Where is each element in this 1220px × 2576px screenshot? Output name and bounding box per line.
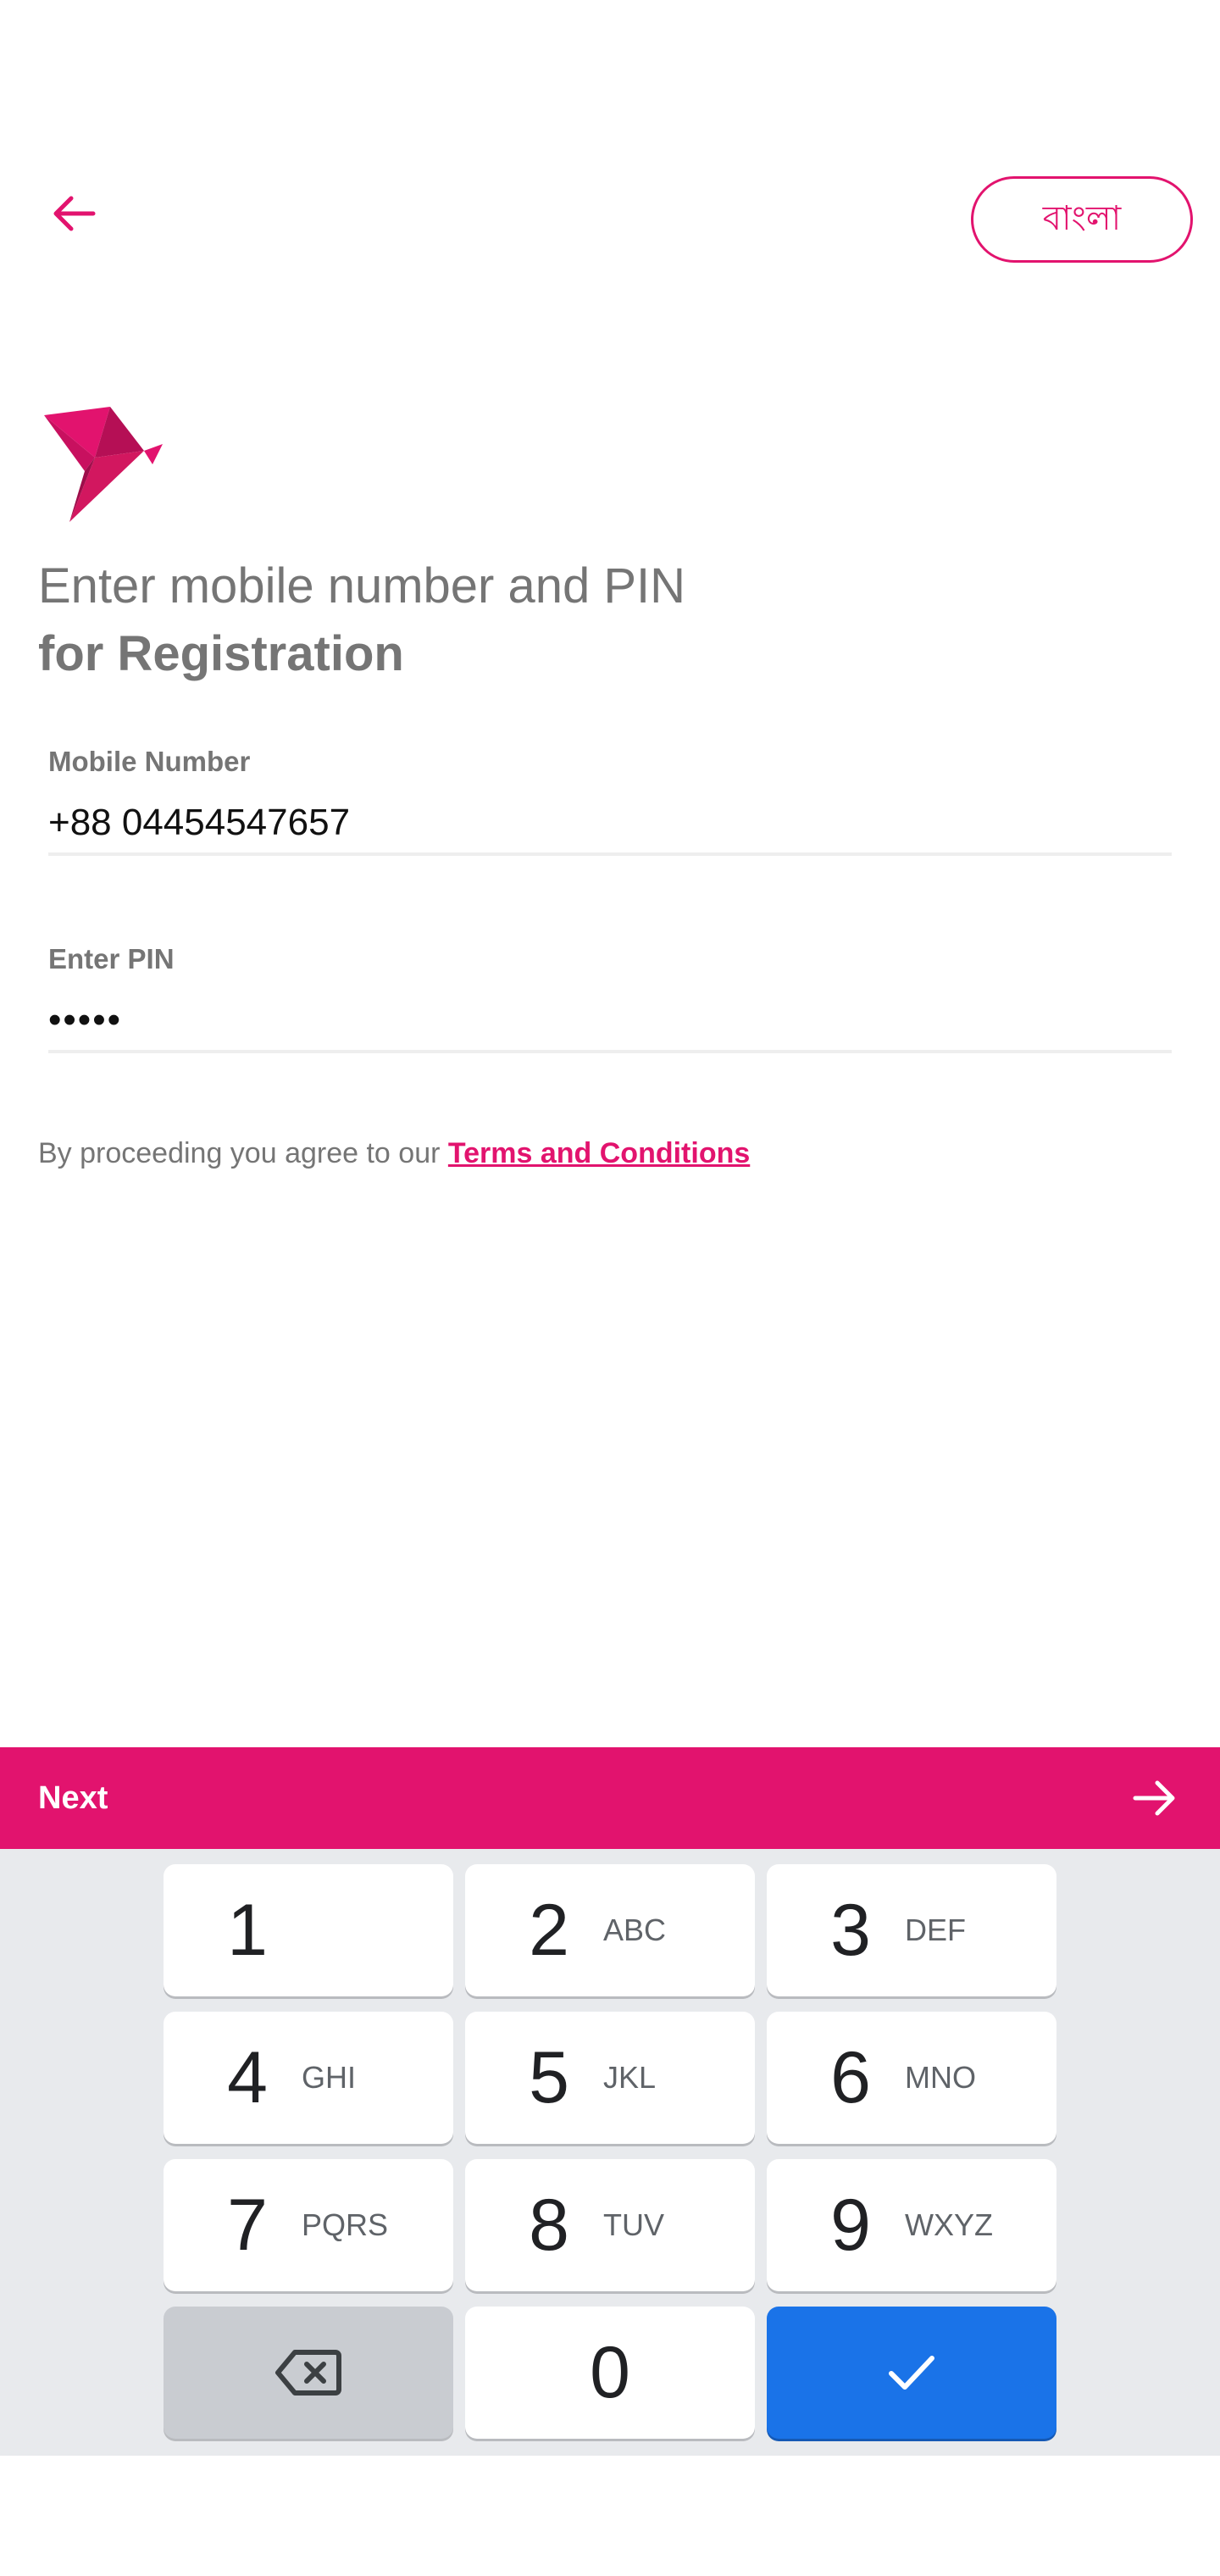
page-heading: Enter mobile number and PIN for Registra… — [38, 552, 685, 688]
key-letters: JKL — [603, 2060, 657, 2095]
key-4[interactable]: 4 GHI — [164, 2012, 453, 2144]
key-letters: WXYZ — [905, 2207, 993, 2242]
key-letters: PQRS — [302, 2207, 389, 2242]
mobile-number-field[interactable]: Mobile Number +88 04454547657 — [48, 746, 1172, 856]
key-7[interactable]: 7 PQRS — [164, 2159, 453, 2291]
key-letters: GHI — [302, 2060, 357, 2095]
key-9[interactable]: 9 WXYZ — [767, 2159, 1056, 2291]
key-digit: 7 — [227, 2184, 268, 2266]
key-letters: DEF — [905, 1913, 966, 1947]
key-digit: 1 — [227, 1889, 268, 1971]
terms-notice: By proceeding you agree to our Terms and… — [38, 1137, 750, 1170]
arrow-left-icon — [53, 196, 96, 231]
terms-and-conditions-link[interactable]: Terms and Conditions — [448, 1137, 750, 1169]
key-5[interactable]: 5 JKL — [465, 2012, 755, 2144]
next-button-label: Next — [38, 1779, 108, 1816]
terms-prefix-text: By proceeding you agree to our — [38, 1137, 448, 1169]
key-letters: MNO — [905, 2060, 976, 2095]
heading-line-1: Enter mobile number and PIN — [38, 558, 686, 613]
backspace-icon — [275, 2350, 341, 2396]
pin-label: Enter PIN — [48, 943, 175, 974]
language-toggle-label: বাংলা — [1042, 199, 1122, 237]
numeric-keyboard: 1 2 ABC 3 DEF 4 GHI 5 JKL 6 MNO 7 PQRS 8… — [0, 1849, 1220, 2456]
key-3[interactable]: 3 DEF — [767, 1864, 1056, 1996]
key-1[interactable]: 1 — [164, 1864, 453, 1996]
key-digit: 9 — [830, 2184, 871, 2266]
pin-input[interactable]: ••••• — [48, 999, 1172, 1041]
mobile-number-underline — [48, 852, 1172, 856]
bottom-spacer — [0, 2456, 1220, 2576]
key-0[interactable]: 0 — [465, 2307, 755, 2439]
pin-underline — [48, 1050, 1172, 1053]
origami-bird-logo — [44, 407, 163, 522]
key-6[interactable]: 6 MNO — [767, 2012, 1056, 2144]
key-digit: 0 — [590, 2331, 630, 2413]
pin-field[interactable]: Enter PIN ••••• — [48, 943, 1172, 1053]
key-digit: 2 — [529, 1889, 569, 1971]
checkmark-icon — [889, 2356, 934, 2390]
heading-line-2: for Registration — [38, 626, 404, 681]
key-digit: 3 — [830, 1889, 871, 1971]
registration-screen: বাংলা Enter mobile number and PIN for Re… — [0, 0, 1220, 2576]
arrow-right-icon — [1133, 1780, 1175, 1816]
backspace-key[interactable] — [164, 2307, 453, 2439]
key-letters: ABC — [603, 1913, 667, 1947]
done-key[interactable] — [767, 2307, 1056, 2439]
key-8[interactable]: 8 TUV — [465, 2159, 755, 2291]
key-digit: 4 — [227, 2036, 268, 2118]
next-button[interactable]: Next — [0, 1747, 1220, 1849]
key-letters: TUV — [603, 2207, 664, 2242]
back-button[interactable] — [34, 180, 112, 247]
mobile-number-label: Mobile Number — [48, 746, 251, 777]
mobile-number-input[interactable]: +88 04454547657 — [48, 802, 1172, 844]
key-digit: 6 — [830, 2036, 871, 2118]
language-toggle-button[interactable]: বাংলা — [971, 176, 1193, 263]
key-digit: 5 — [529, 2036, 569, 2118]
key-digit: 8 — [529, 2184, 569, 2266]
key-2[interactable]: 2 ABC — [465, 1864, 755, 1996]
